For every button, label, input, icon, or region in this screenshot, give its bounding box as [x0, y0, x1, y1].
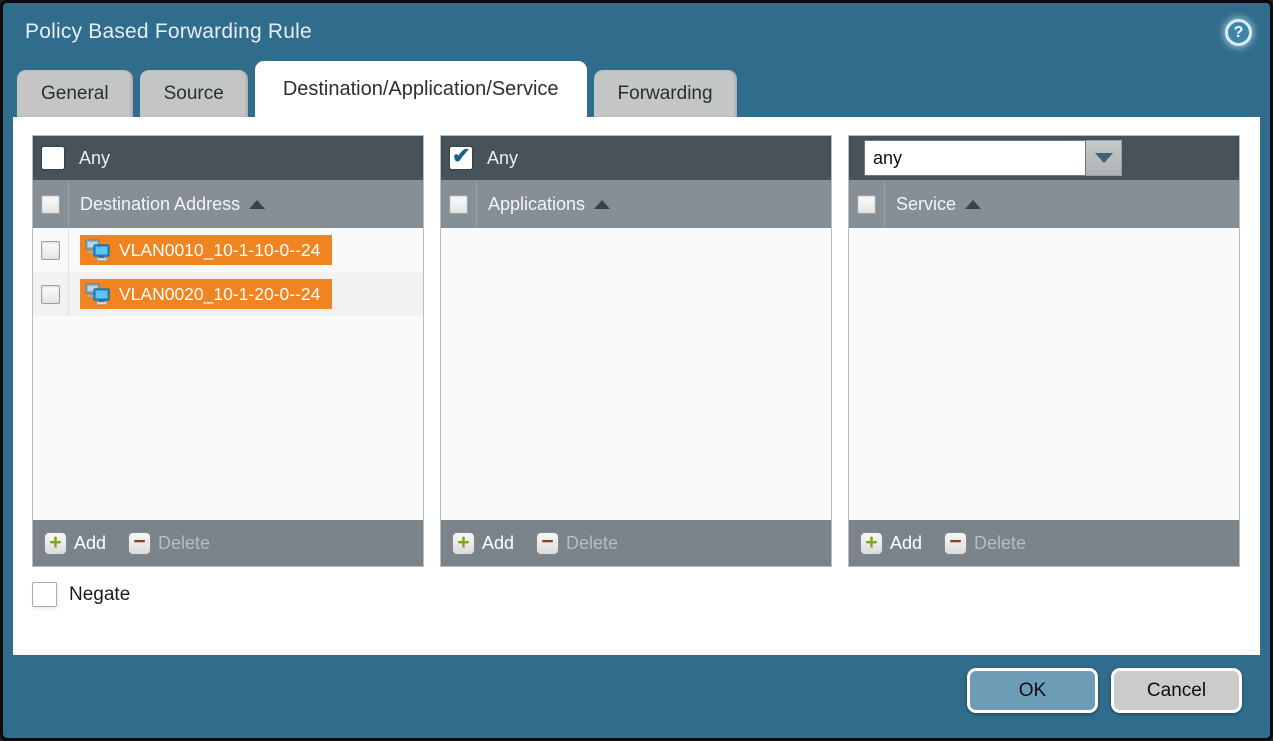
- destination-select-all-checkbox[interactable]: [41, 195, 60, 214]
- applications-any-checkbox[interactable]: [450, 147, 472, 169]
- applications-list: [441, 228, 831, 520]
- applications-footer-toolbar: + Add − Delete: [441, 520, 831, 566]
- negate-label: Negate: [69, 584, 130, 606]
- delete-button[interactable]: − Delete: [536, 532, 618, 555]
- negate-checkbox[interactable]: [32, 582, 57, 607]
- tab-general[interactable]: General: [17, 70, 133, 117]
- add-icon: +: [452, 532, 475, 555]
- sort-ascending-icon: [965, 200, 981, 209]
- network-address-icon: [85, 238, 112, 262]
- service-dropdown-input[interactable]: [864, 140, 1086, 176]
- tab-source[interactable]: Source: [140, 70, 248, 117]
- service-list: [849, 228, 1239, 520]
- applications-header-label: Applications: [488, 194, 585, 215]
- destination-any-label: Any: [79, 148, 110, 169]
- tab-destination-application-service[interactable]: Destination/Application/Service: [255, 61, 587, 117]
- destination-any-checkbox[interactable]: [42, 147, 64, 169]
- tab-bar: General Source Destination/Application/S…: [3, 61, 1270, 117]
- service-footer-toolbar: + Add − Delete: [849, 520, 1239, 566]
- add-icon: +: [44, 532, 67, 555]
- destination-header-checkbox-cell: [33, 180, 69, 228]
- address-object-name: VLAN0020_10-1-20-0--24: [119, 284, 320, 305]
- add-button-label: Add: [482, 533, 514, 554]
- network-address-icon: [85, 282, 112, 306]
- destination-address-list: VLAN0010_10-1-10-0--24: [33, 228, 423, 520]
- destination-address-column-header[interactable]: Destination Address: [33, 180, 423, 228]
- delete-button[interactable]: − Delete: [128, 532, 210, 555]
- dialog-title: Policy Based Forwarding Rule: [25, 20, 312, 44]
- tab-content: Any Destination Address: [13, 117, 1260, 655]
- address-object-name: VLAN0010_10-1-10-0--24: [119, 240, 320, 261]
- add-button[interactable]: + Add: [44, 532, 106, 555]
- negate-row: Negate: [32, 582, 1240, 607]
- row-checkbox-cell: [33, 272, 69, 316]
- sort-ascending-icon: [594, 200, 610, 209]
- policy-based-forwarding-rule-dialog: Policy Based Forwarding Rule ? General S…: [0, 0, 1273, 741]
- ok-button[interactable]: OK: [967, 668, 1098, 713]
- destination-footer-toolbar: + Add − Delete: [33, 520, 423, 566]
- delete-button[interactable]: − Delete: [944, 532, 1026, 555]
- row-checkbox[interactable]: [41, 285, 60, 304]
- chevron-down-icon: [1095, 153, 1113, 163]
- delete-button-label: Delete: [566, 533, 618, 554]
- destination-header-label: Destination Address: [80, 194, 240, 215]
- service-header-label: Service: [896, 194, 956, 215]
- add-button[interactable]: + Add: [860, 532, 922, 555]
- help-icon[interactable]: ?: [1225, 19, 1252, 46]
- service-header-checkbox-cell: [849, 180, 885, 228]
- applications-column-header[interactable]: Applications: [441, 180, 831, 228]
- applications-any-bar: Any: [441, 136, 831, 180]
- cancel-button[interactable]: Cancel: [1111, 668, 1242, 713]
- add-button[interactable]: + Add: [452, 532, 514, 555]
- service-dropdown-button[interactable]: [1086, 140, 1122, 176]
- delete-icon: −: [128, 532, 151, 555]
- add-icon: +: [860, 532, 883, 555]
- tab-forwarding[interactable]: Forwarding: [594, 70, 737, 117]
- destination-address-column: Any Destination Address: [32, 135, 424, 567]
- applications-header-checkbox-cell: [441, 180, 477, 228]
- add-button-label: Add: [74, 533, 106, 554]
- columns-container: Any Destination Address: [32, 135, 1240, 567]
- add-button-label: Add: [890, 533, 922, 554]
- applications-column: Any Applications + Add −: [440, 135, 832, 567]
- service-column-header[interactable]: Service: [849, 180, 1239, 228]
- applications-select-all-checkbox[interactable]: [449, 195, 468, 214]
- delete-icon: −: [536, 532, 559, 555]
- delete-icon: −: [944, 532, 967, 555]
- applications-any-label: Any: [487, 148, 518, 169]
- delete-button-label: Delete: [158, 533, 210, 554]
- row-checkbox[interactable]: [41, 241, 60, 260]
- dialog-footer: OK Cancel: [3, 655, 1270, 738]
- dialog-titlebar: Policy Based Forwarding Rule ?: [3, 3, 1270, 61]
- address-object-badge[interactable]: VLAN0010_10-1-10-0--24: [80, 235, 332, 265]
- service-any-bar: [849, 136, 1239, 180]
- delete-button-label: Delete: [974, 533, 1026, 554]
- row-checkbox-cell: [33, 228, 69, 272]
- address-object-badge[interactable]: VLAN0020_10-1-20-0--24: [80, 279, 332, 309]
- sort-ascending-icon: [249, 200, 265, 209]
- service-select-all-checkbox[interactable]: [857, 195, 876, 214]
- destination-any-bar: Any: [33, 136, 423, 180]
- service-column: Service + Add − Delete: [848, 135, 1240, 567]
- service-dropdown[interactable]: [864, 140, 1122, 176]
- table-row[interactable]: VLAN0010_10-1-10-0--24: [33, 228, 423, 272]
- table-row[interactable]: VLAN0020_10-1-20-0--24: [33, 272, 423, 316]
